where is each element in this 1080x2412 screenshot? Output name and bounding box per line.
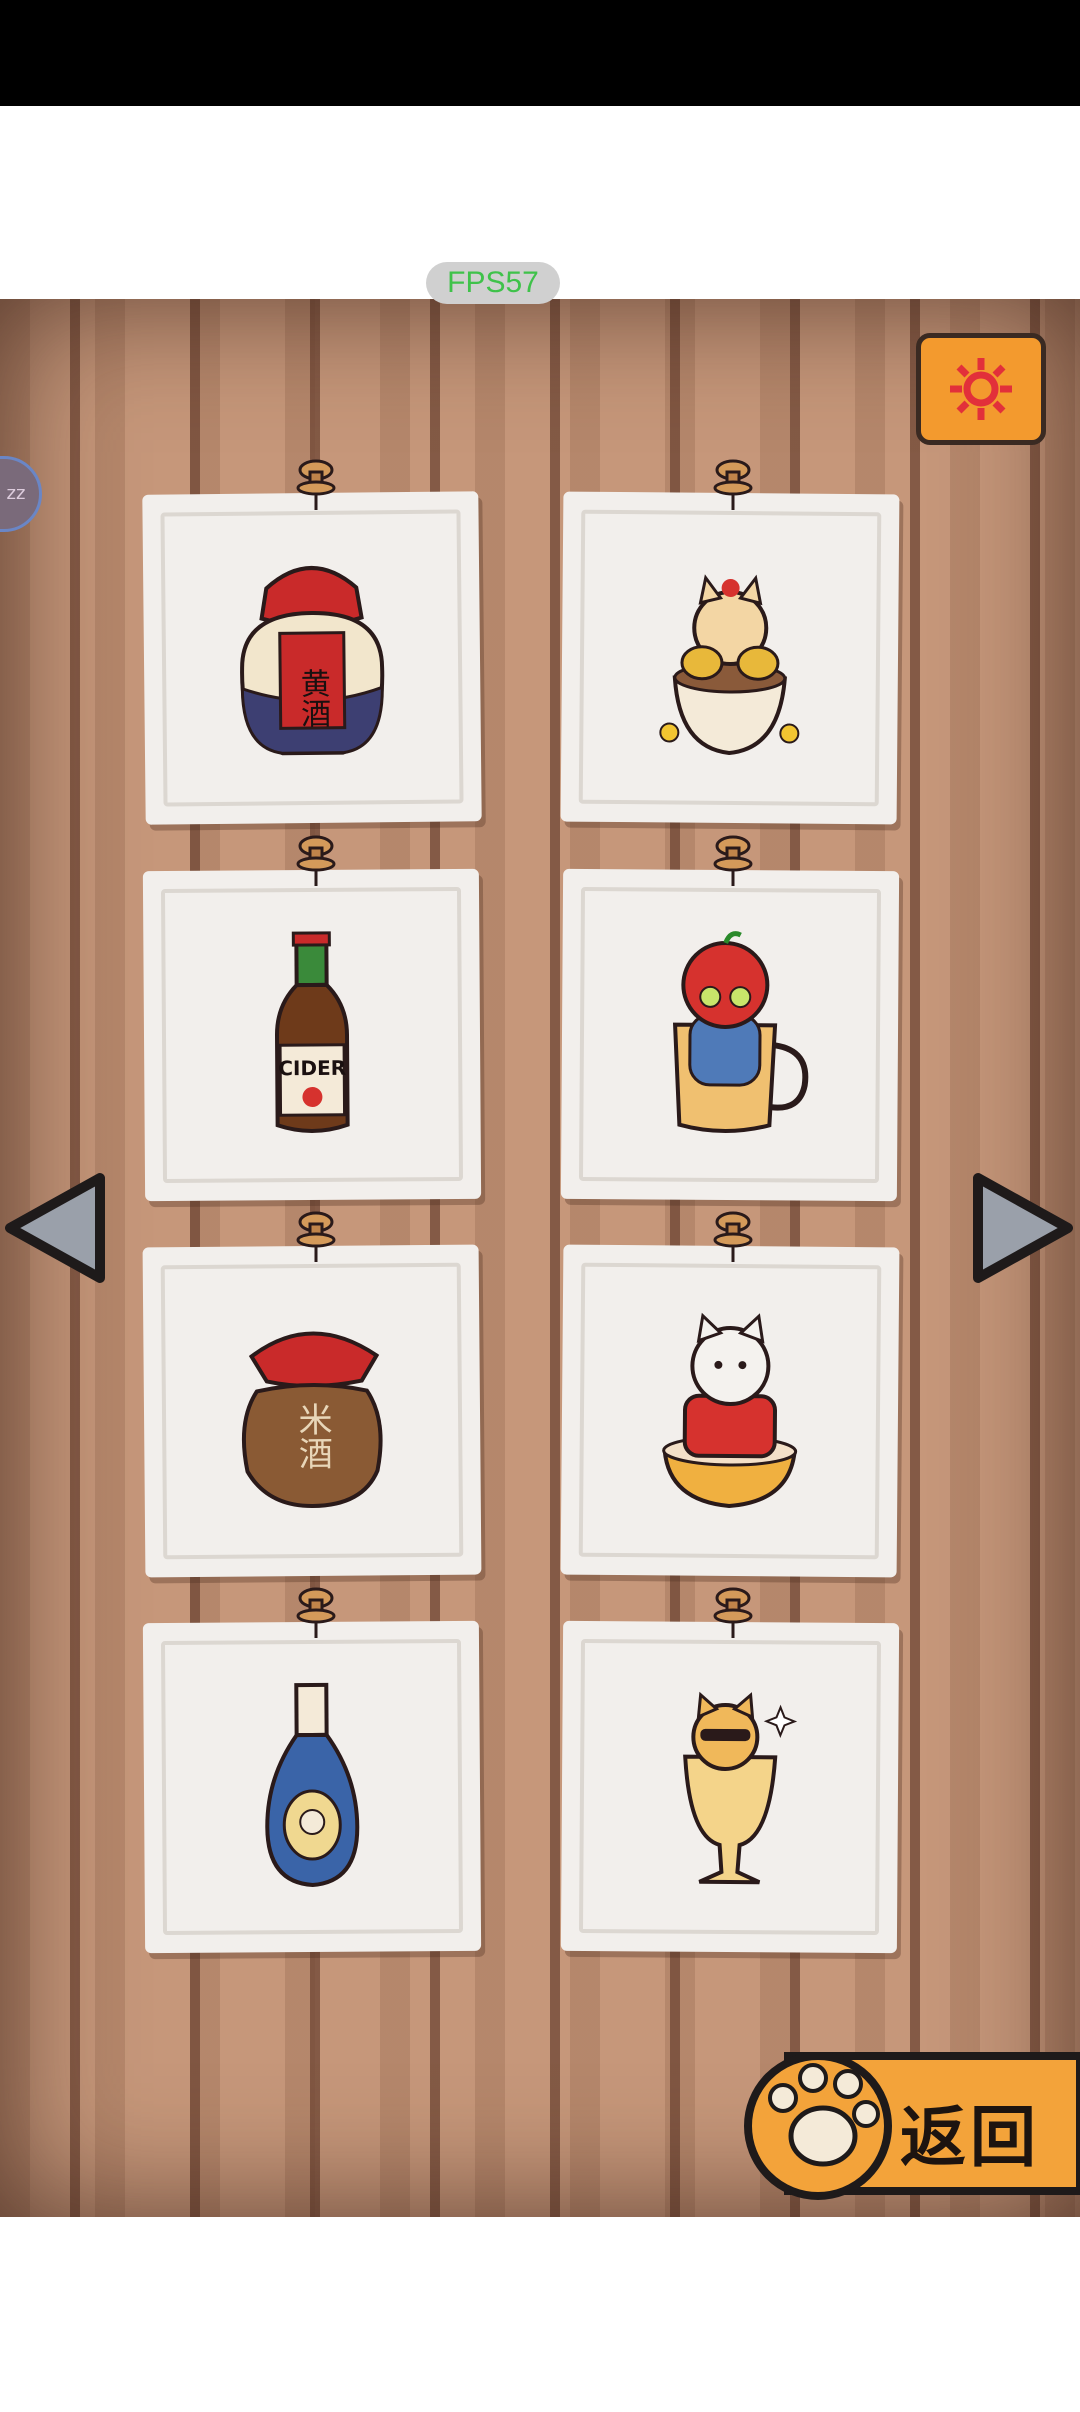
next-page-button[interactable] xyxy=(968,1168,1078,1288)
blue-liquor-bottle-icon xyxy=(265,1682,360,1888)
rice-wine-jar-icon: 米酒 xyxy=(241,1331,383,1508)
bottle-label: CIDER xyxy=(278,1056,346,1080)
gear-icon xyxy=(950,358,1012,420)
pushpin-icon xyxy=(713,835,753,886)
collection-card[interactable] xyxy=(560,491,900,825)
pushpin-icon xyxy=(713,459,753,510)
pushpin-icon xyxy=(296,1587,336,1638)
collection-card[interactable] xyxy=(560,1244,900,1578)
yellow-wine-jar-icon: 黄酒 xyxy=(240,566,385,756)
collection-card[interactable] xyxy=(560,1620,900,1954)
pushpin-icon xyxy=(713,1587,753,1638)
jar-label: 米酒 xyxy=(292,1402,333,1470)
pushpin-icon xyxy=(296,835,336,886)
pushpin-icon xyxy=(713,1211,753,1262)
back-button-label: 返回 xyxy=(900,2099,1040,2176)
pushpin-icon xyxy=(296,1211,336,1262)
status-bar xyxy=(0,0,1080,106)
collection-card[interactable]: CIDER xyxy=(142,868,482,1202)
collection-card[interactable]: 黄酒 xyxy=(142,491,482,825)
pushpin-icon xyxy=(296,459,336,510)
settings-button[interactable] xyxy=(916,333,1046,445)
cat-in-golden-cup-icon xyxy=(659,574,800,756)
fps-counter: FPS57 xyxy=(426,262,560,304)
bottom-blank-area xyxy=(0,2217,1080,2412)
prev-page-button[interactable] xyxy=(0,1168,110,1288)
collection-card[interactable] xyxy=(142,1620,482,1954)
collection-card[interactable]: 米酒 xyxy=(142,1244,482,1578)
apple-cat-in-mug-icon xyxy=(672,931,809,1133)
cider-bottle-icon: CIDER xyxy=(275,931,350,1133)
collection-card[interactable] xyxy=(560,868,900,1202)
cat-in-beer-glass-icon xyxy=(683,1691,798,1885)
jar-label: 黄酒 xyxy=(295,668,331,729)
cat-in-red-coat-bowl-icon xyxy=(662,1312,798,1509)
